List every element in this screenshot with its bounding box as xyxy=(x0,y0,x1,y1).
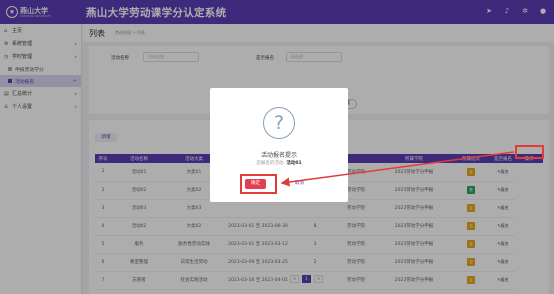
annotation-arrow xyxy=(280,151,515,187)
